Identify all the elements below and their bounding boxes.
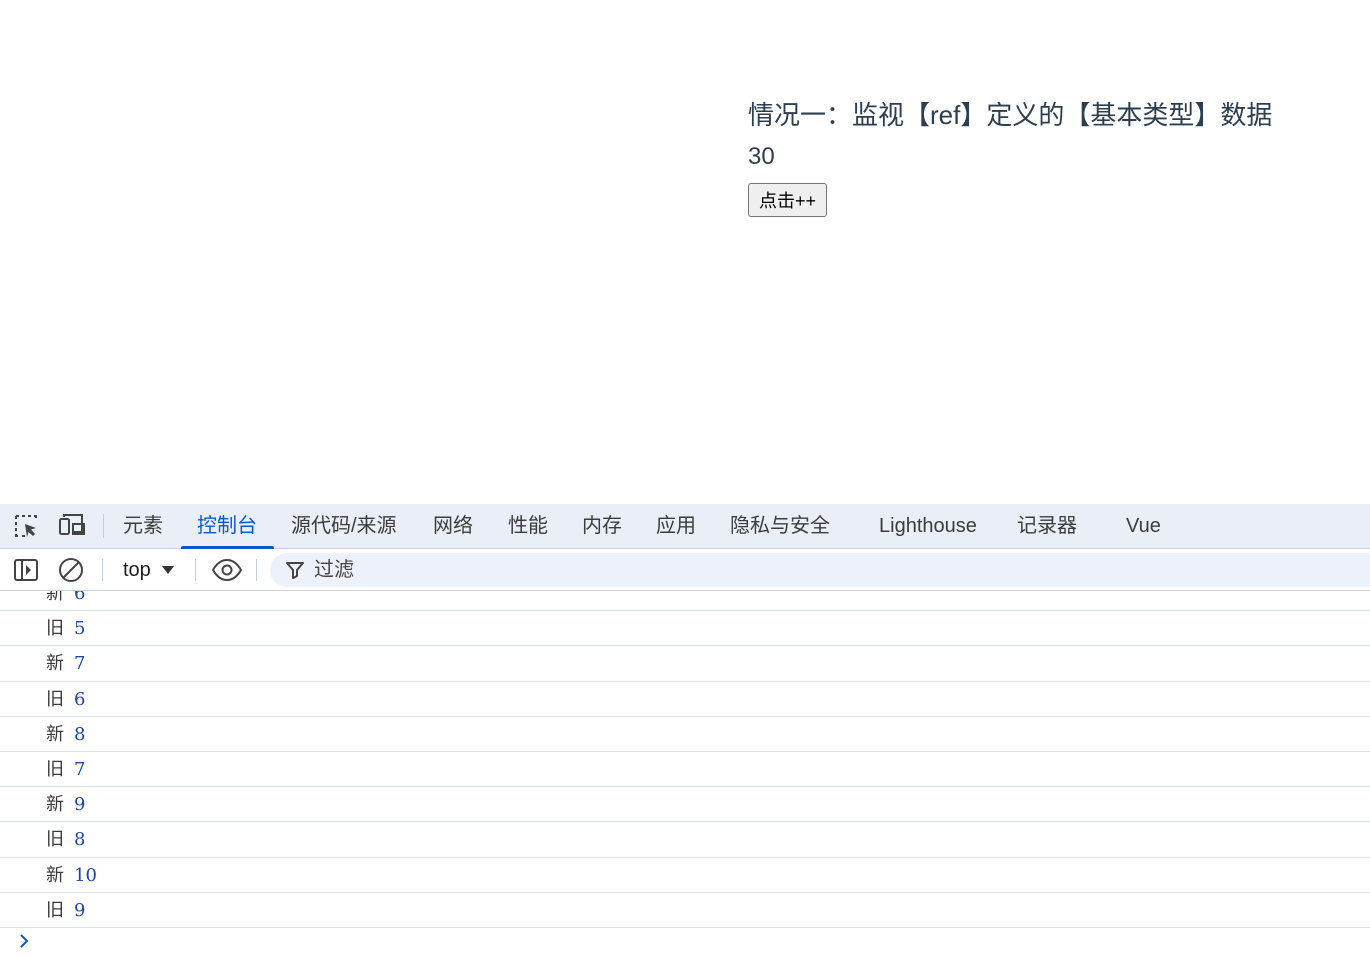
tabbar-divider — [103, 514, 104, 538]
tab-privacy-security[interactable]: 隐私与安全 — [730, 504, 830, 549]
log-label: 旧 — [46, 758, 64, 780]
log-label: 新 — [46, 864, 64, 886]
console-log-line: 新6 — [0, 591, 1370, 612]
devtools-panel: 元素 控制台 源代码/来源 网络 性能 内存 应用 隐私与安全 Lighthou… — [0, 504, 1370, 957]
devtools-tabbar: 元素 控制台 源代码/来源 网络 性能 内存 应用 隐私与安全 Lighthou… — [0, 504, 1370, 549]
context-dropdown-icon[interactable] — [162, 566, 174, 574]
log-value: 6 — [74, 591, 86, 604]
page-viewport: 情况一：监视【ref】定义的【基本类型】数据 30 点击++ — [0, 0, 1370, 504]
tab-performance[interactable]: 性能 — [508, 504, 548, 549]
live-expression-eye-icon[interactable] — [211, 556, 243, 584]
console-output: 新 6 旧 5 新 7 旧 6 新 8 旧 7 新 9 旧 8 新 10 旧 9 — [0, 591, 1370, 957]
log-value: 10 — [74, 864, 97, 886]
tab-vue[interactable]: Vue — [1126, 504, 1161, 549]
log-label: 新 — [46, 591, 64, 604]
console-prompt-chevron-icon[interactable] — [16, 932, 34, 950]
log-label: 旧 — [46, 899, 64, 921]
log-value: 8 — [74, 829, 86, 851]
log-label: 旧 — [46, 688, 64, 710]
console-log-line: 新7 — [0, 646, 1370, 682]
console-log-list: 新 6 旧 5 新 7 旧 6 新 8 旧 7 新 9 旧 8 新 10 旧 9 — [0, 591, 1370, 928]
tab-lighthouse[interactable]: Lighthouse — [879, 504, 977, 549]
increment-button[interactable]: 点击++ — [748, 183, 828, 217]
log-label: 新 — [46, 653, 64, 675]
tab-memory[interactable]: 内存 — [582, 504, 622, 549]
tab-elements[interactable]: 元素 — [123, 504, 163, 549]
sidebar-toggle-icon[interactable] — [12, 556, 40, 584]
log-value: 5 — [74, 618, 86, 640]
app-root: 情况一：监视【ref】定义的【基本类型】数据 30 点击++ — [748, 96, 1348, 217]
tab-console[interactable]: 控制台 — [181, 504, 274, 549]
tab-network[interactable]: 网络 — [433, 504, 473, 549]
log-value: 6 — [74, 688, 86, 710]
console-log-line: 旧6 — [0, 682, 1370, 717]
toolbar-divider — [195, 559, 196, 581]
toolbar-divider — [102, 559, 103, 581]
tab-sources[interactable]: 源代码/来源 — [291, 504, 397, 549]
log-value: 9 — [74, 794, 86, 816]
console-log-line: 新9 — [0, 787, 1370, 823]
log-value: 8 — [74, 723, 86, 745]
console-log-line: 旧7 — [0, 752, 1370, 788]
console-log-line: 旧5 — [0, 611, 1370, 647]
clear-console-icon[interactable] — [57, 556, 85, 584]
inspect-element-icon[interactable] — [12, 512, 40, 540]
log-value: 7 — [74, 758, 86, 780]
count-value: 30 — [748, 143, 775, 170]
tab-application[interactable]: 应用 — [656, 504, 696, 549]
log-label: 旧 — [46, 618, 64, 640]
log-label: 新 — [46, 723, 64, 745]
console-log-line: 旧9 — [0, 893, 1370, 928]
console-log-line: 新 10 — [0, 858, 1370, 893]
device-toolbar-icon[interactable] — [58, 512, 86, 540]
console-log-line: 旧8 — [0, 822, 1370, 858]
filter-input[interactable] — [314, 553, 714, 587]
filter-funnel-icon — [286, 562, 304, 579]
console-log-line: 新8 — [0, 717, 1370, 752]
log-label: 旧 — [46, 829, 64, 851]
context-selector[interactable]: top — [123, 549, 151, 591]
log-value: 7 — [74, 653, 86, 675]
tab-recorder[interactable]: 记录器 — [1017, 504, 1077, 549]
log-value: 9 — [74, 899, 86, 921]
page-heading: 情况一：监视【ref】定义的【基本类型】数据 — [748, 100, 1273, 130]
toolbar-divider — [256, 559, 257, 581]
log-label: 新 — [46, 794, 64, 816]
console-toolbar: top — [0, 549, 1370, 591]
filter-box[interactable] — [270, 553, 1370, 587]
